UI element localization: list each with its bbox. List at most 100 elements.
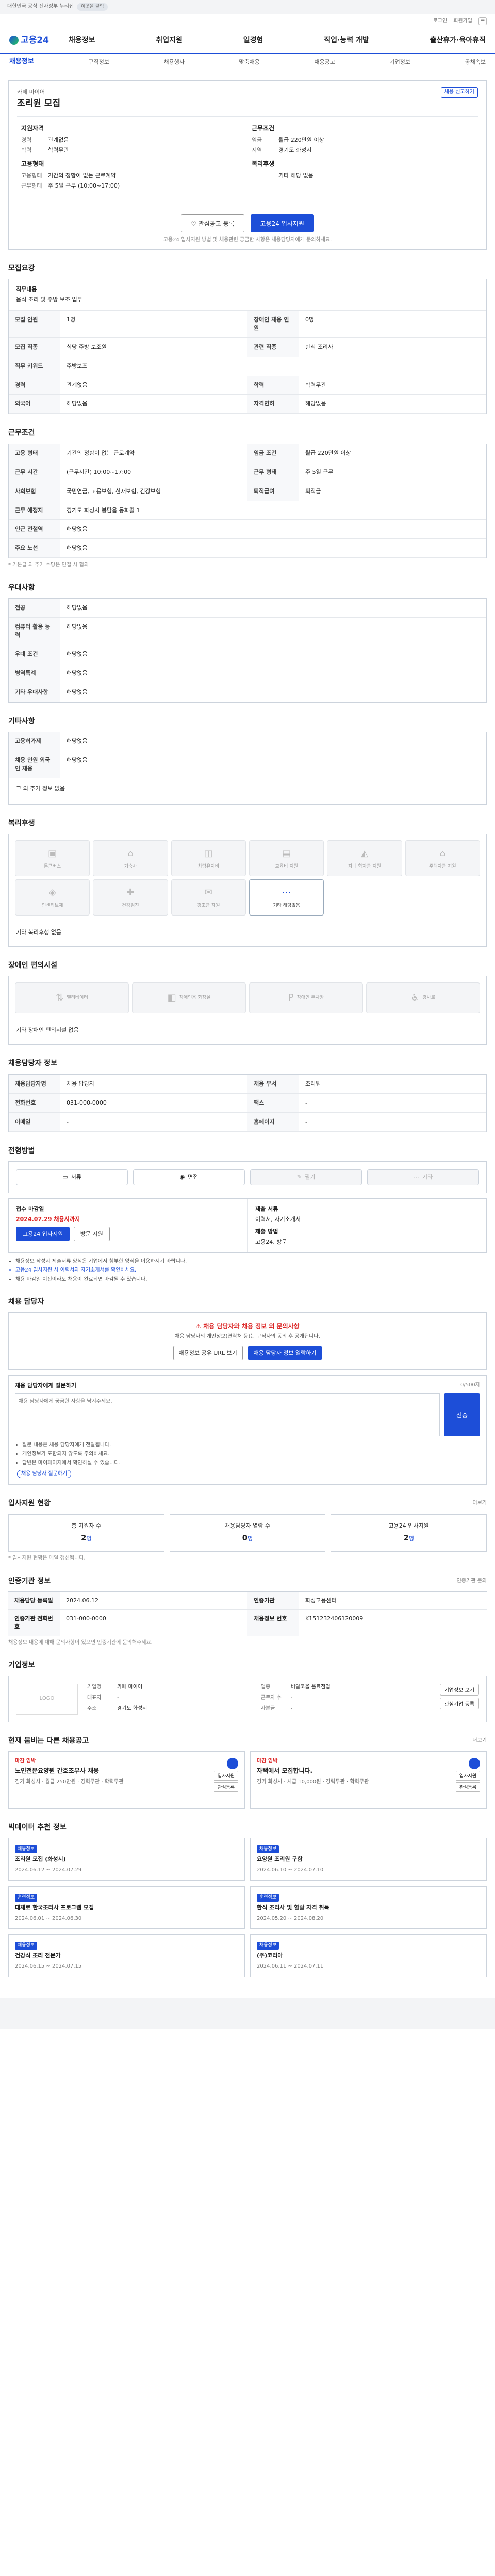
cell-key: 채용 부서 bbox=[248, 1074, 299, 1094]
stat-unit: 명 bbox=[86, 1535, 92, 1543]
view-manager-button[interactable]: 채용 담당자 정보 열람하기 bbox=[248, 1346, 322, 1361]
gov-banner-toggle[interactable]: 이곳을 클릭 bbox=[77, 3, 108, 11]
cell-value: 해당없음 bbox=[60, 645, 486, 664]
rec-apply-button[interactable]: 입사지원 bbox=[455, 1770, 480, 1781]
method-item: ⋯ 기타 bbox=[367, 1168, 479, 1185]
section-title: 채용 담당자 bbox=[8, 1298, 44, 1307]
stat-label: 고용24 입사지원 bbox=[388, 1522, 429, 1529]
mgmt-note: 채용정보 내용에 대해 문의사항이 있으면 인증기관에 문의해주세요. bbox=[8, 1639, 153, 1646]
promo-card[interactable]: 채용정보 조리원 모집 (화성시) 2024.06.12 ~ 2024.07.29 bbox=[8, 1838, 245, 1881]
gnb-item[interactable]: 출산휴가·육아휴직 bbox=[430, 35, 486, 45]
logo-mark-icon bbox=[9, 35, 19, 45]
subnav-item[interactable]: 채용공고 bbox=[314, 58, 335, 66]
cell-value: 2024.06.12 bbox=[60, 1592, 248, 1610]
corp-info-button[interactable]: 기업정보 보기 bbox=[439, 1683, 479, 1696]
recs-more-link[interactable]: 더보기 bbox=[472, 1737, 487, 1745]
recs-section: 현재 붐비는 다른 채용공고 더보기 마감 임박 노인전문요양원 간호조무사 채용… bbox=[8, 1736, 487, 1809]
report-button[interactable]: 채용 신고하기 bbox=[440, 87, 478, 98]
site-logo[interactable]: 고용24 bbox=[9, 34, 69, 47]
rec-title[interactable]: 노인전문요양원 간호조무사 채용 bbox=[15, 1767, 238, 1775]
promo-card[interactable]: 훈련정보 한식 조리사 및 할랄 자격 취득 2024.05.20 ~ 2024.0… bbox=[250, 1886, 487, 1929]
rec-meta: 경기 화성시 · 시급 10,000원 · 경력무관 · 학력무관 bbox=[257, 1778, 369, 1785]
apply-online-button[interactable]: 고용24 입사지원 bbox=[16, 1226, 70, 1241]
mgmt-section: 인증기관 정보 인증기관 문의 채용담당 등록일 2024.06.12 인증기관 화성고… bbox=[8, 1576, 487, 1647]
cell-value: 1명 bbox=[60, 311, 248, 338]
method-label: 필기 bbox=[304, 1173, 316, 1180]
gnb-item[interactable]: 채용정보 bbox=[69, 35, 95, 45]
contact-banner: ⚠ 채용 담당자와 채용 정보 외 문의사항 채용 담당자의 개인정보(연락처 … bbox=[8, 1312, 487, 1370]
send-button[interactable]: 전송 bbox=[444, 1393, 480, 1437]
job-title: 조리원 모집 bbox=[17, 98, 61, 109]
apply-visit-button[interactable]: 방문 지원 bbox=[73, 1226, 110, 1241]
summary-head: 근무조건 bbox=[252, 124, 275, 132]
facility-label: 경사로 bbox=[422, 995, 435, 1001]
cell-key: 관련 직종 bbox=[248, 337, 299, 357]
promo-card[interactable]: 채용정보 건강식 조리 전문가 2024.06.15 ~ 2024.07.15 bbox=[8, 1934, 245, 1977]
submit-head: 제출 방법 bbox=[255, 1228, 278, 1235]
note-item: 채용 마감일 이전이라도 채용이 완료되면 마감될 수 있습니다. bbox=[15, 1276, 487, 1284]
menu-icon[interactable]: ☰ bbox=[478, 17, 487, 25]
subnav-item[interactable]: 맞춤채용 bbox=[239, 58, 259, 66]
apply-button[interactable]: 고용24 입사지원 bbox=[250, 214, 314, 233]
company-name[interactable]: 카페 마이어 bbox=[17, 88, 478, 96]
gnb-item[interactable]: 취업지원 bbox=[156, 35, 183, 45]
stat-unit: 명 bbox=[408, 1535, 414, 1543]
condition-note: * 기본급 외 추가 수당은 면접 시 협의 bbox=[8, 562, 89, 568]
contact-text: 채용 담당자의 개인정보(연락처 등)는 구직자의 동의 후 공개됩니다. bbox=[175, 1333, 320, 1340]
stats-cards: 총 지원자 수 2명 채용담당자 열람 수 0명 고용24 입사지원 2명 bbox=[8, 1514, 487, 1552]
method-list: ▭ 서류 ◉ 면접 ✎ 필기 ⋯ 기타 bbox=[8, 1161, 487, 1193]
rec-card[interactable]: 마감 임박 자택에서 모집합니다. 경기 화성시 · 시급 10,000원 · … bbox=[250, 1751, 487, 1809]
interest-button[interactable]: ♡ 관심공고 등록 bbox=[181, 214, 244, 233]
join-link[interactable]: 회원가입 bbox=[453, 18, 472, 25]
subnav-item[interactable]: 채용행사 bbox=[163, 58, 184, 66]
cell-key: 채용담당 등록일 bbox=[8, 1592, 60, 1610]
gnb-item[interactable]: 일경험 bbox=[243, 35, 263, 45]
benefit-card: ◫ 차량유지비 bbox=[171, 840, 246, 877]
subnav-item[interactable]: 공채속보 bbox=[465, 58, 485, 66]
benefit-card: ▤ 교육비 지원 bbox=[249, 840, 324, 877]
cell-key: 모집 직종 bbox=[9, 337, 60, 357]
summary-value: 주 5일 근무 (10:00~17:00) bbox=[48, 182, 120, 190]
cell-key: 홈페이지 bbox=[248, 1112, 299, 1132]
rec-interest-button[interactable]: 관심등록 bbox=[455, 1782, 480, 1792]
mgmt-inquiry-button[interactable]: 인증기관 문의 bbox=[457, 1578, 487, 1585]
cell-key: 모집 인원 bbox=[9, 310, 60, 338]
login-link[interactable]: 로그인 bbox=[433, 18, 448, 25]
cell-key: 전공 bbox=[9, 599, 60, 618]
stats-more-link[interactable]: 더보기 bbox=[472, 1500, 487, 1507]
cell-value: 관계없음 bbox=[60, 376, 248, 395]
share-url-button[interactable]: 채용정보 공유 URL 보기 bbox=[173, 1346, 243, 1361]
stats-note: * 입사지원 현황은 매일 갱신됩니다. bbox=[8, 1555, 86, 1562]
rec-interest-button[interactable]: 관심등록 bbox=[213, 1782, 238, 1792]
cell-value: 해당없음 bbox=[60, 599, 486, 618]
person-icon: ◉ bbox=[179, 1173, 185, 1180]
subnav-item[interactable]: 기업정보 bbox=[389, 58, 410, 66]
global-nav: 고용24 채용정보 취업지원 일경험 직업·능력 개발 출산휴가·육아휴직 bbox=[0, 28, 495, 54]
benefit-label: 건강검진 bbox=[122, 903, 139, 908]
stat-value: 2 bbox=[403, 1533, 409, 1543]
promo-card[interactable]: 채용정보 요양원 조리원 구함 2024.06.10 ~ 2024.07.10 bbox=[250, 1838, 487, 1881]
facility-card: ◧ 장애인용 화장실 bbox=[132, 982, 246, 1014]
promo-card[interactable]: 훈련정보 대체로 한국조리사 프로그램 모집 2024.06.01 ~ 2024.0… bbox=[8, 1886, 245, 1929]
cell-value: 채용 담당자 bbox=[60, 1075, 248, 1094]
job-actions: ♡ 관심공고 등록 고용24 입사지원 고용24 입사지원 방법 및 채용관련 … bbox=[17, 205, 478, 249]
section-title: 채용담당자 정보 bbox=[8, 1059, 58, 1068]
subnav-item[interactable]: 채용정보 bbox=[9, 57, 34, 67]
rec-apply-button[interactable]: 입사지원 bbox=[213, 1770, 238, 1781]
corp-interest-button[interactable]: 관심기업 등록 bbox=[439, 1697, 479, 1709]
wheelchair-icon: ♿ bbox=[411, 992, 420, 1004]
rec-card[interactable]: 마감 임박 노인전문요양원 간호조무사 채용 경기 화성시 · 월급 250만원… bbox=[8, 1751, 245, 1809]
contact-head: 채용 담당자와 채용 정보 외 문의사항 bbox=[203, 1323, 300, 1330]
method-label: 면접 bbox=[188, 1173, 199, 1180]
job-content: 음식 조리 및 주방 보조 업무 bbox=[16, 296, 82, 303]
subnav-item[interactable]: 구직정보 bbox=[88, 58, 109, 66]
inquiry-link[interactable]: 채용 담당자 질문하기 bbox=[17, 1469, 72, 1479]
promo-badge: 채용정보 bbox=[257, 1942, 279, 1950]
method-item: ✎ 필기 bbox=[250, 1168, 362, 1185]
gnb-item[interactable]: 직업·능력 개발 bbox=[324, 35, 369, 45]
cell-value: 월급 220만원 이상 bbox=[299, 444, 486, 463]
disability-grid: ⇅ 엘리베이터 ◧ 장애인용 화장실 P 장애인 주차장 ♿ 경사로 bbox=[9, 976, 486, 1020]
promo-card[interactable]: 채용정보 (주)코리아 2024.06.11 ~ 2024.07.11 bbox=[250, 1934, 487, 1977]
inquiry-input[interactable] bbox=[15, 1393, 440, 1437]
rec-title[interactable]: 자택에서 모집합니다. bbox=[257, 1767, 480, 1775]
